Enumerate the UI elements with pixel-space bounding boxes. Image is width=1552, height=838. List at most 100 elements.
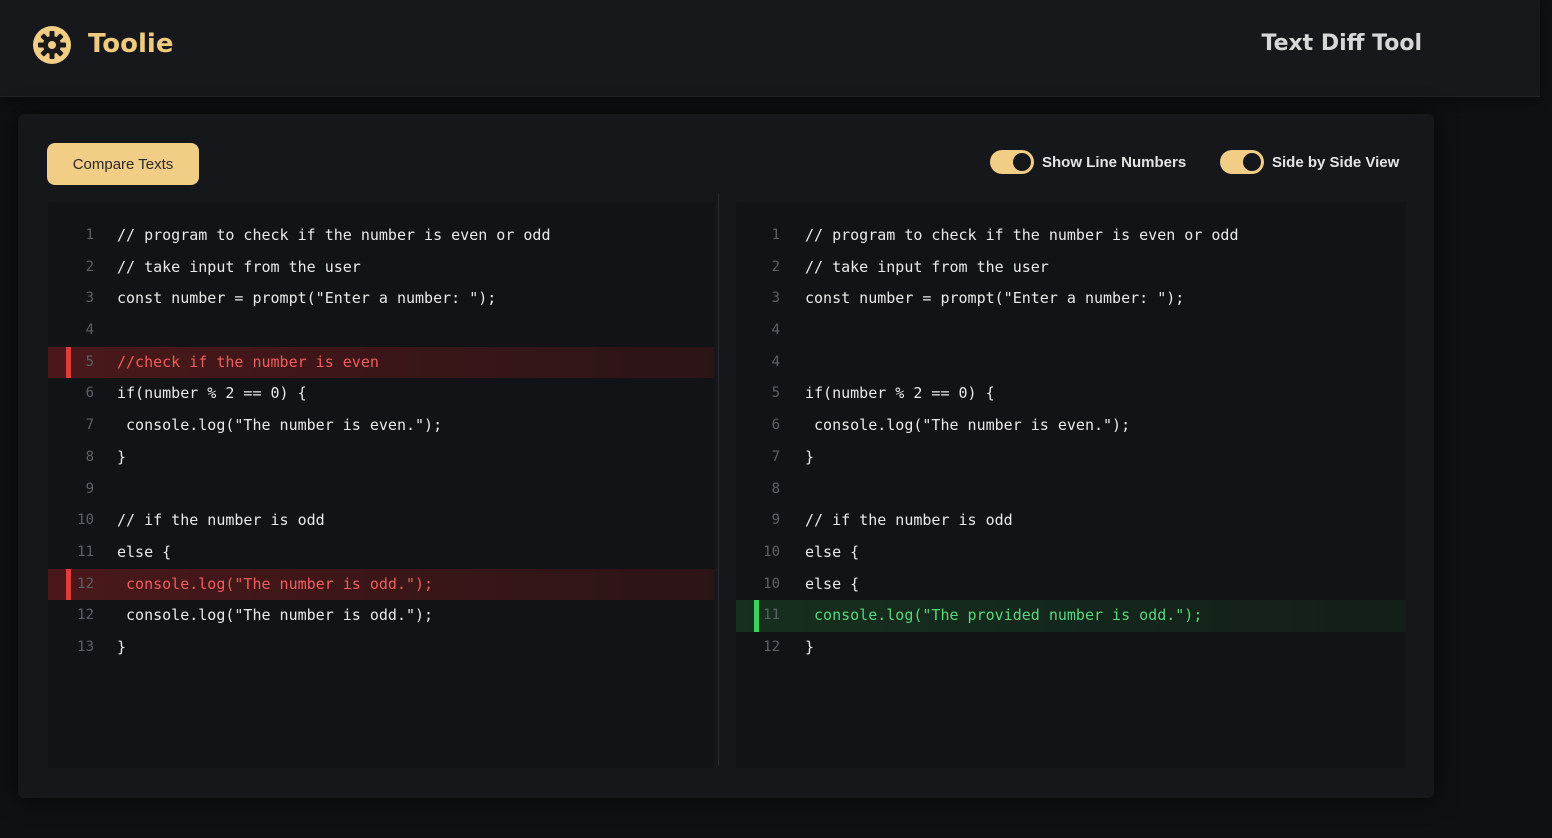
line-number: 10 bbox=[763, 543, 780, 560]
line-number: 4 bbox=[771, 322, 780, 339]
line-number: 8 bbox=[771, 480, 780, 497]
line-number: 5 bbox=[85, 353, 94, 370]
code-line: 9 // if the number is odd bbox=[736, 505, 1406, 537]
side-by-side-toggle[interactable] bbox=[1220, 150, 1264, 174]
line-text: // take input from the user bbox=[805, 257, 1049, 276]
page-title: Text Diff Tool bbox=[1261, 31, 1422, 56]
line-number: 12 bbox=[77, 575, 94, 592]
code-line: 1 // program to check if the number is ev… bbox=[48, 220, 714, 252]
code-line: 4 bbox=[736, 315, 1406, 347]
line-number: 4 bbox=[771, 353, 780, 370]
side-by-side-toggle-group[interactable]: Side by Side View bbox=[1220, 150, 1399, 174]
compare-texts-button[interactable]: Compare Texts bbox=[47, 143, 199, 185]
code-line: 7 console.log("The number is even."); bbox=[48, 410, 714, 442]
line-text: else { bbox=[805, 574, 860, 593]
show-line-numbers-label: Show Line Numbers bbox=[1042, 153, 1187, 171]
line-text: } bbox=[117, 637, 127, 656]
line-text: // program to check if the number is eve… bbox=[117, 226, 551, 244]
line-number: 1 bbox=[771, 227, 780, 243]
code-line: 1 // program to check if the number is ev… bbox=[736, 220, 1406, 252]
line-text: if(number % 2 == 0) { bbox=[117, 384, 307, 403]
original-text-pane[interactable]: 1 // program to check if the number is ev… bbox=[48, 202, 714, 768]
gear-icon[interactable] bbox=[32, 25, 72, 65]
code-line: 12} bbox=[736, 632, 1406, 664]
code-line: 7} bbox=[736, 442, 1406, 474]
toggle-knob bbox=[1013, 153, 1031, 171]
line-text: } bbox=[805, 637, 815, 656]
code-line: 5 if(number % 2 == 0) { bbox=[736, 378, 1406, 410]
line-number: 11 bbox=[77, 543, 94, 560]
side-by-side-label: Side by Side View bbox=[1272, 153, 1400, 171]
removed-line-marker bbox=[66, 568, 71, 601]
line-number: 2 bbox=[771, 258, 780, 275]
removed-line: 12 console.log("The number is odd."); bbox=[48, 568, 714, 601]
top-navigation-bar: Toolie Text Diff Tool bbox=[0, 0, 1540, 97]
line-number: 7 bbox=[771, 448, 780, 465]
original-code-lines: 1 // program to check if the number is ev… bbox=[48, 220, 714, 664]
diff-panel: Compare Texts Show Line Numbers Side by … bbox=[18, 114, 1434, 798]
line-text: console.log("The provided number is odd.… bbox=[805, 606, 1203, 625]
removed-line-marker bbox=[66, 346, 71, 379]
line-text: const number = prompt("Enter a number: "… bbox=[805, 289, 1185, 308]
code-line: 3 const number = prompt("Enter a number: … bbox=[736, 283, 1406, 315]
line-text: // take input from the user bbox=[117, 257, 361, 276]
line-text: // program to check if the number is eve… bbox=[805, 226, 1239, 244]
code-line: 4 bbox=[48, 315, 714, 347]
line-number: 9 bbox=[85, 480, 94, 497]
line-text: } bbox=[805, 447, 815, 466]
line-number: 5 bbox=[771, 385, 780, 402]
code-line: 6 console.log("The number is even."); bbox=[736, 410, 1406, 442]
code-line: 4 bbox=[736, 347, 1406, 379]
toggle-knob bbox=[1243, 153, 1261, 171]
brand-name[interactable]: Toolie bbox=[88, 29, 173, 59]
line-number: 11 bbox=[763, 607, 780, 624]
line-text: else { bbox=[117, 542, 172, 561]
line-number: 12 bbox=[763, 638, 780, 655]
line-text: console.log("The number is odd."); bbox=[117, 606, 434, 625]
line-number: 2 bbox=[85, 258, 94, 275]
line-number: 13 bbox=[77, 638, 94, 655]
line-text: console.log("The number is even."); bbox=[805, 416, 1131, 435]
line-number: 9 bbox=[771, 512, 780, 529]
line-number: 10 bbox=[763, 575, 780, 592]
code-line: 13} bbox=[48, 632, 714, 664]
line-text: console.log("The number is odd."); bbox=[117, 574, 434, 593]
line-text: else { bbox=[805, 542, 860, 561]
line-number: 8 bbox=[85, 448, 94, 465]
code-line: 9 bbox=[48, 474, 714, 506]
line-text: //check if the number is even bbox=[117, 352, 379, 371]
line-text: } bbox=[117, 447, 127, 466]
line-number: 4 bbox=[85, 322, 94, 339]
code-line: 6 if(number % 2 == 0) { bbox=[48, 378, 714, 410]
code-line: 2 // take input from the user bbox=[736, 252, 1406, 284]
show-line-numbers-toggle-group[interactable]: Show Line Numbers bbox=[990, 150, 1186, 174]
line-number: 3 bbox=[85, 290, 94, 307]
line-text: if(number % 2 == 0) { bbox=[805, 384, 995, 403]
code-line: 3 const number = prompt("Enter a number: … bbox=[48, 283, 714, 315]
line-number: 1 bbox=[85, 227, 94, 243]
line-number: 7 bbox=[85, 417, 94, 434]
code-line: 10 else { bbox=[736, 537, 1406, 569]
code-line: 10 else { bbox=[736, 569, 1406, 601]
code-line: 8} bbox=[48, 442, 714, 474]
line-text: console.log("The number is even."); bbox=[117, 416, 443, 435]
pane-divider bbox=[718, 194, 719, 766]
added-line: 11 console.log("The provided number is o… bbox=[736, 600, 1406, 632]
line-text: // if the number is odd bbox=[805, 511, 1013, 530]
added-line-marker bbox=[754, 600, 759, 632]
line-number: 6 bbox=[85, 385, 94, 402]
removed-line: 5 //check if the number is even bbox=[48, 346, 714, 379]
code-line: 11 else { bbox=[48, 537, 714, 569]
line-number: 10 bbox=[77, 512, 94, 529]
code-line: 2 // take input from the user bbox=[48, 252, 714, 284]
code-line: 8 bbox=[736, 474, 1406, 506]
line-number: 3 bbox=[771, 290, 780, 307]
line-number: 6 bbox=[771, 417, 780, 434]
line-number: 12 bbox=[77, 607, 94, 624]
code-line: 10 // if the number is odd bbox=[48, 505, 714, 537]
modified-text-pane[interactable]: 1 // program to check if the number is ev… bbox=[736, 202, 1406, 768]
code-line: 12 console.log("The number is odd."); bbox=[48, 600, 714, 632]
show-line-numbers-toggle[interactable] bbox=[990, 150, 1034, 174]
line-text: const number = prompt("Enter a number: "… bbox=[117, 289, 497, 308]
line-text: // if the number is odd bbox=[117, 511, 325, 530]
